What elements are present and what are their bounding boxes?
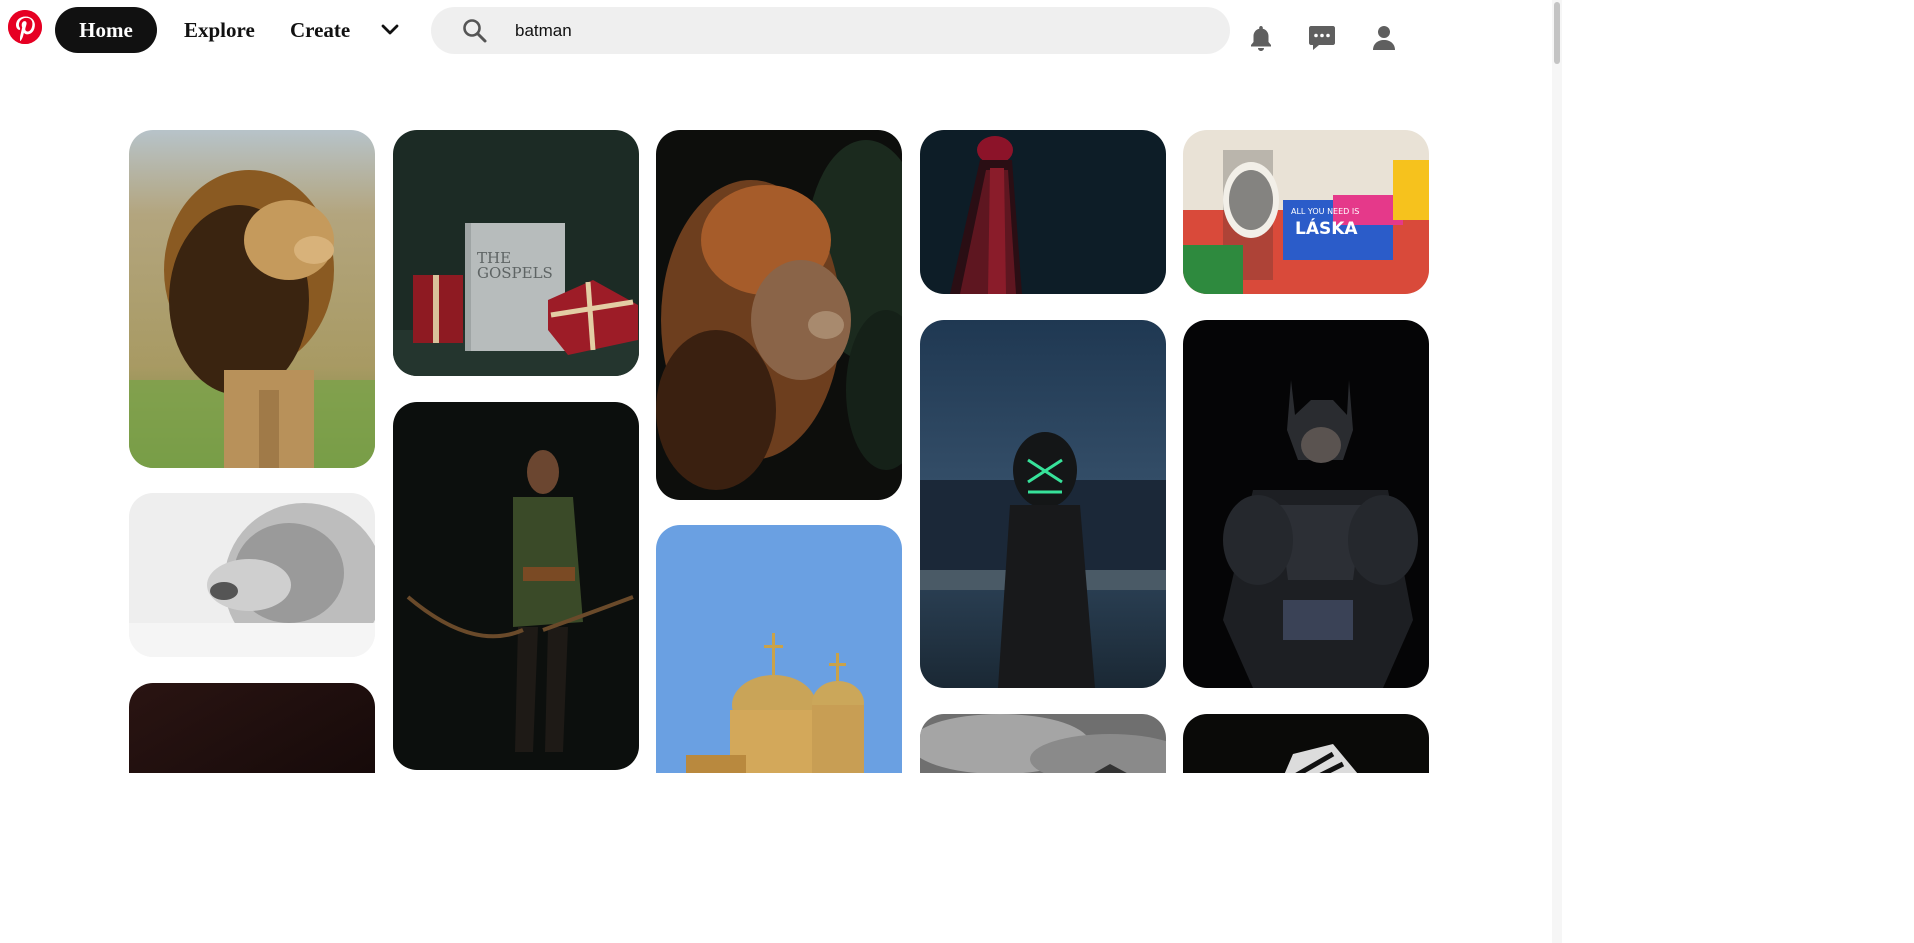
pin-grid: THE GOSPELS ALL YOU NEED IS LÁSKA [0,0,1552,773]
gospels-image: THE GOSPELS [393,130,639,376]
svg-text:GOSPELS: GOSPELS [477,264,553,282]
lion-image [129,130,375,468]
graffiti-image: ALL YOU NEED IS LÁSKA [1183,130,1429,294]
archer-image [393,402,639,770]
neon-mask-image [920,320,1166,688]
pin-batman-figure[interactable] [1183,320,1429,688]
pin-lion-roaring-field[interactable] [129,130,375,468]
pin-lion-dark-leaves[interactable] [656,130,902,500]
lion-dark-image [656,130,902,500]
pin-neon-mask-hoodie-city[interactable] [920,320,1166,688]
pin-lennon-graffiti-wall[interactable]: ALL YOU NEED IS LÁSKA [1183,130,1429,294]
scrollbar-track[interactable] [1552,0,1562,943]
clouds-image [920,714,1166,773]
pin-cloudy-sky-mountains[interactable] [920,714,1166,773]
pin-church-domes-blue-sky[interactable] [656,525,902,773]
batman-image [1183,320,1429,688]
dark-image [129,683,375,773]
pin-dark-red[interactable] [129,683,375,773]
lion-bw-image [129,493,375,657]
zebra-image [1183,714,1429,773]
pin-gospels-book-gifts[interactable]: THE GOSPELS [393,130,639,376]
graffiti-text-line2: LÁSKA [1295,217,1358,239]
pin-red-tower-night[interactable] [920,130,1166,294]
pin-lion-black-white[interactable] [129,493,375,657]
pin-zebra-dark[interactable] [1183,714,1429,773]
graffiti-text-line1: ALL YOU NEED IS [1291,207,1359,216]
tower-image [920,130,1166,294]
church-image [656,525,902,773]
pin-archer-man-dark[interactable] [393,402,639,770]
scrollbar-thumb[interactable] [1554,2,1560,64]
